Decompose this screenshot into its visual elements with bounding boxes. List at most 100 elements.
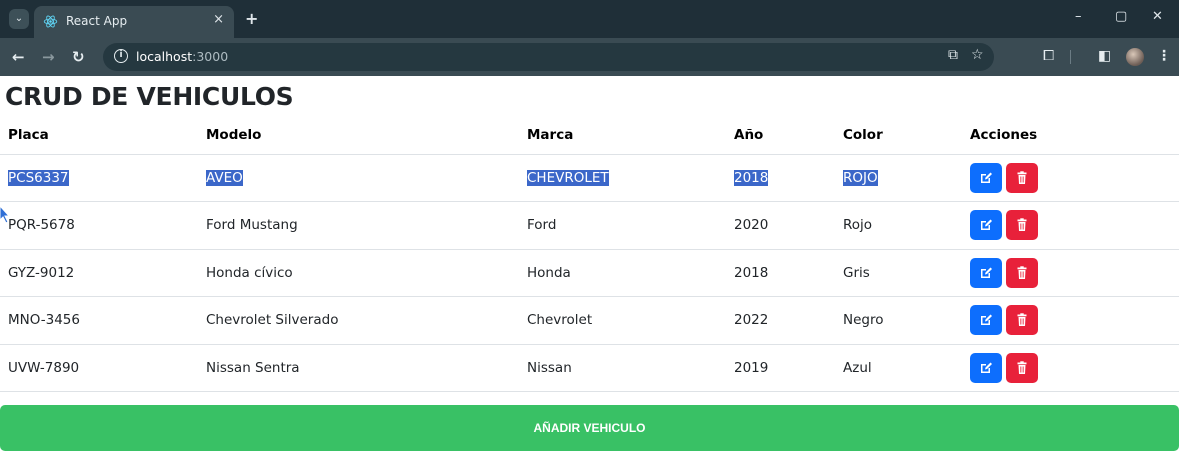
add-vehicle-button[interactable]: AÑADIR VEHICULO	[0, 405, 1179, 451]
address-bar[interactable]: i localhost:3000 ⧉ ☆	[103, 43, 994, 71]
cell-anio-text: 2018	[734, 169, 769, 186]
cell-acciones	[962, 296, 1179, 345]
cell-anio: 2018	[726, 249, 835, 297]
site-info-icon[interactable]: i	[114, 49, 128, 63]
cell-anio: 2022	[726, 296, 835, 345]
menu-kebab-icon[interactable]: ⋮	[1157, 48, 1171, 64]
table-row: GYZ-9012 Honda cívico Honda 2018 Gris	[0, 249, 1179, 297]
edit-button[interactable]	[970, 162, 1002, 193]
url-text: localhost:3000	[136, 49, 228, 64]
cell-color: Negro	[835, 296, 962, 345]
cell-placa: PCS6337	[0, 154, 198, 202]
cell-modelo-text: Nissan Sentra	[206, 359, 300, 376]
trash-icon	[1017, 266, 1027, 279]
table-row: MNO-3456 Chevrolet Silverado Chevrolet 2022…	[0, 296, 1179, 345]
cell-marca: CHEVROLET	[519, 154, 726, 202]
trash-icon	[1017, 313, 1027, 327]
cell-placa-text: GYZ-9012	[8, 264, 75, 281]
cell-modelo: Honda cívico	[198, 249, 519, 297]
cell-color-text: Rojo	[843, 217, 873, 234]
edit-icon	[981, 219, 992, 231]
cell-modelo: Chevrolet Silverado	[198, 296, 519, 345]
table-row: UVW-7890 Nissan Sentra Nissan 2019 Azul	[0, 344, 1179, 392]
column-header-placa: Placa	[0, 116, 198, 155]
cell-modelo-text: Chevrolet Silverado	[206, 312, 339, 329]
tab-title: React App	[66, 14, 128, 28]
cell-anio-text: 2018	[734, 264, 769, 281]
edit-button[interactable]	[970, 352, 1002, 383]
cell-marca-text: Ford	[527, 217, 557, 234]
cell-placa: GYZ-9012	[0, 249, 198, 297]
extensions-icon[interactable]: ⧠	[1043, 48, 1054, 64]
table-header-row: Placa Modelo Marca Año Color Acciones	[0, 116, 1179, 155]
delete-button[interactable]	[1006, 257, 1038, 288]
delete-button[interactable]	[1006, 210, 1038, 241]
delete-button[interactable]	[1006, 305, 1038, 336]
cell-color: Gris	[835, 249, 962, 297]
reload-icon[interactable]: ↻	[72, 48, 85, 66]
cell-modelo-text: AVEO	[206, 169, 243, 186]
cell-acciones	[962, 201, 1179, 250]
cell-anio-text: 2020	[734, 217, 769, 234]
page-title: CRUD DE VEHICULOS	[5, 82, 294, 111]
edit-button[interactable]	[970, 257, 1002, 288]
cell-modelo-text: Honda cívico	[206, 264, 293, 281]
column-header-modelo: Modelo	[198, 116, 519, 155]
cell-color: Rojo	[835, 201, 962, 250]
cell-modelo: Ford Mustang	[198, 201, 519, 250]
cell-marca-text: Honda	[527, 264, 571, 281]
side-panel-icon[interactable]: ◧	[1098, 48, 1111, 64]
restore-icon[interactable]: ▢	[1115, 9, 1127, 24]
cell-marca-text: Chevrolet	[527, 312, 593, 329]
new-tab-button[interactable]: +	[245, 9, 258, 28]
edit-icon	[981, 362, 992, 373]
cell-marca: Ford	[519, 201, 726, 250]
cell-color-text: Negro	[843, 312, 884, 329]
cell-modelo: AVEO	[198, 154, 519, 202]
trash-icon	[1017, 361, 1027, 374]
cell-marca: Honda	[519, 249, 726, 297]
edit-button[interactable]	[970, 305, 1002, 336]
table-row: PQR-5678 Ford Mustang Ford 2020 Rojo	[0, 201, 1179, 250]
column-header-color: Color	[835, 116, 962, 155]
cell-placa-text: MNO-3456	[8, 312, 80, 329]
minimize-icon[interactable]: –	[1075, 9, 1082, 24]
delete-button[interactable]	[1006, 162, 1038, 193]
column-header-anio: Año	[726, 116, 835, 155]
cell-acciones	[962, 249, 1179, 297]
browser-tab[interactable]: React App ×	[34, 6, 234, 38]
close-window-icon[interactable]: ✕	[1152, 9, 1163, 24]
edit-button[interactable]	[970, 210, 1002, 241]
edit-icon	[981, 172, 992, 183]
edit-icon	[981, 267, 992, 278]
cell-color-text: Gris	[843, 264, 870, 281]
cell-color-text: ROJO	[843, 169, 878, 186]
cell-acciones	[962, 154, 1179, 202]
cell-color-text: Azul	[843, 359, 872, 376]
forward-arrow-icon[interactable]: →	[42, 48, 55, 66]
install-app-icon[interactable]: ⧉	[948, 47, 958, 63]
back-arrow-icon[interactable]: ←	[12, 48, 25, 66]
column-header-marca: Marca	[519, 116, 726, 155]
url-host: localhost	[136, 49, 193, 64]
cell-anio: 2018	[726, 154, 835, 202]
cell-anio: 2019	[726, 344, 835, 392]
mouse-cursor-icon	[0, 206, 10, 224]
cell-placa-text: PCS6337	[8, 169, 69, 186]
delete-button[interactable]	[1006, 352, 1038, 383]
cell-marca: Chevrolet	[519, 296, 726, 345]
profile-avatar[interactable]	[1126, 48, 1144, 66]
react-logo-icon	[43, 15, 58, 28]
vehicles-table: Placa Modelo Marca Año Color Acciones PC…	[0, 116, 1179, 392]
cell-placa-text: PQR-5678	[8, 217, 75, 234]
table-row: PCS6337 AVEO CHEVROLET 2018 ROJO	[0, 154, 1179, 202]
cell-anio: 2020	[726, 201, 835, 250]
tab-search-button[interactable]: ⌄	[9, 9, 29, 29]
edit-icon	[981, 314, 992, 326]
cell-marca: Nissan	[519, 344, 726, 392]
cell-placa-text: UVW-7890	[8, 359, 80, 376]
bookmark-star-icon[interactable]: ☆	[971, 47, 984, 63]
cell-anio-text: 2019	[734, 359, 769, 376]
cell-acciones	[962, 344, 1179, 392]
tab-close-icon[interactable]: ×	[213, 12, 224, 27]
